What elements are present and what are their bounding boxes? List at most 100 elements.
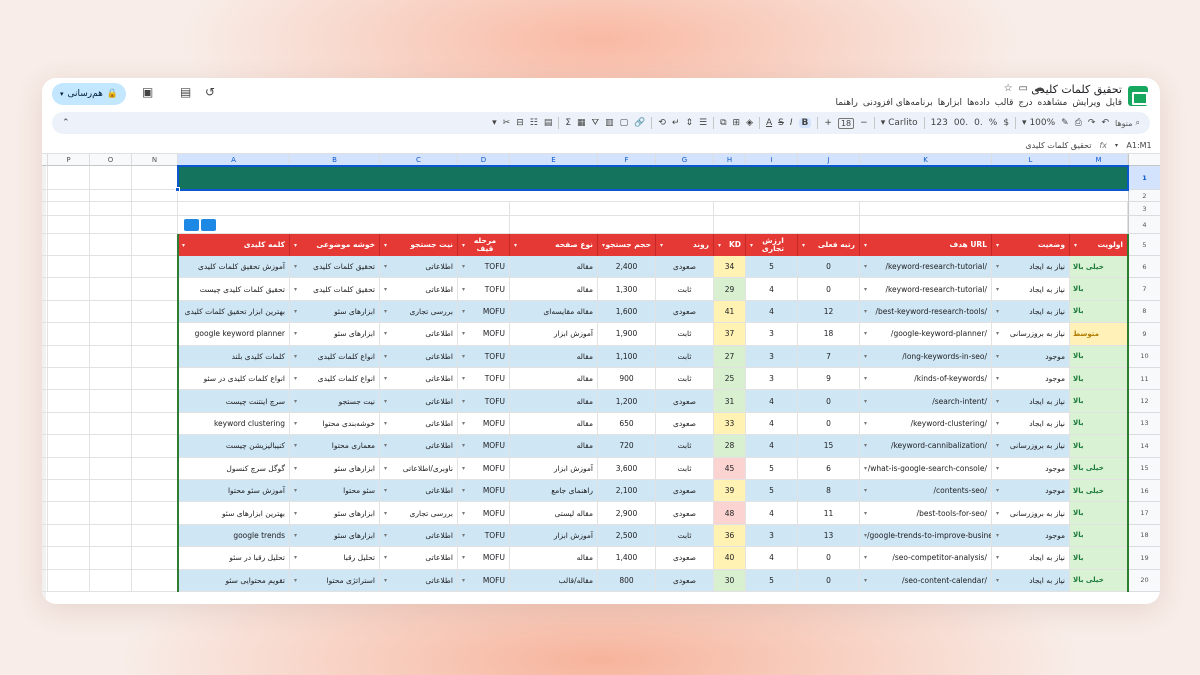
dropdown-chevron-icon[interactable]: ▾ xyxy=(462,532,465,539)
text-color-button[interactable]: A xyxy=(766,118,772,128)
cell-trend[interactable]: ثابت xyxy=(656,345,714,368)
cell-url[interactable]: ▾ /kinds-of-keywords/ xyxy=(860,368,992,391)
dropdown-chevron-icon[interactable]: ▾ xyxy=(384,442,387,449)
cell-keyword[interactable]: بهترین ابزارهای سئو xyxy=(178,502,290,525)
header-filter-icon[interactable]: ▾ xyxy=(864,242,867,249)
cell-kd[interactable]: 28 xyxy=(714,435,746,458)
empty-cell[interactable] xyxy=(48,323,90,346)
cell-url[interactable]: ▾ /keyword-clustering/ xyxy=(860,412,992,436)
dropdown-chevron-icon[interactable]: ▾ xyxy=(294,554,297,561)
column-header-q[interactable]: Q xyxy=(42,154,48,166)
empty-cell[interactable] xyxy=(132,480,178,503)
row-header-3[interactable]: 3 xyxy=(1128,202,1160,216)
cell-keyword[interactable]: آموزش سئو محتوا xyxy=(178,480,290,503)
column-header-b[interactable]: B xyxy=(290,154,380,166)
cell-value[interactable]: 3 xyxy=(746,323,798,346)
menu-item[interactable]: داده‌ها xyxy=(967,98,990,112)
functions-icon[interactable]: Σ xyxy=(565,118,571,128)
cell-priority[interactable]: بالا xyxy=(1070,502,1128,525)
cell-keyword[interactable]: google keyword planner xyxy=(178,323,290,346)
merge-cells-icon[interactable]: ⧉ xyxy=(720,118,726,128)
dropdown-chevron-icon[interactable]: ▾ xyxy=(384,263,387,270)
cell-url[interactable]: ▾/what-is-google-search-console/ xyxy=(860,457,992,480)
cell-cluster[interactable]: تحلیل رقبا ▾ xyxy=(290,547,380,570)
filter-views-icon[interactable]: ▦ xyxy=(577,118,586,128)
cell-trend[interactable]: صعودی xyxy=(656,569,714,592)
collapse-menus-icon[interactable]: ⌃ xyxy=(62,118,70,128)
dropdown-chevron-icon[interactable]: ▾ xyxy=(384,286,387,293)
dropdown-chevron-icon[interactable]: ▾ xyxy=(294,487,297,494)
cell-kd[interactable]: 30 xyxy=(714,569,746,592)
row-header-18[interactable]: 18 xyxy=(1128,524,1160,548)
table-header-cell[interactable]: وضعیت ▾ xyxy=(992,234,1070,256)
cell-intent[interactable]: اطلاعاتی ▾ xyxy=(380,368,458,391)
empty-cell[interactable] xyxy=(42,435,48,458)
cell-trend[interactable]: صعودی xyxy=(656,300,714,324)
cell-kd[interactable]: 27 xyxy=(714,345,746,368)
empty-cell[interactable] xyxy=(90,216,132,234)
cell-keyword[interactable]: سرچ اینتنت چیست xyxy=(178,390,290,413)
cell-intent[interactable]: اطلاعاتی ▾ xyxy=(380,412,458,436)
cell-cluster[interactable]: ابزارهای سئو ▾ xyxy=(290,457,380,480)
cell-status[interactable]: نیاز به بروزرسانی ▾ xyxy=(992,323,1070,346)
cell-priority[interactable]: بالا xyxy=(1070,547,1128,570)
cell-funnel[interactable]: MOFU ▾ xyxy=(458,300,510,324)
cell-intent[interactable]: اطلاعاتی ▾ xyxy=(380,435,458,458)
star-icon[interactable]: ☆ xyxy=(1004,83,1019,94)
empty-cell[interactable] xyxy=(48,216,90,234)
empty-cell[interactable] xyxy=(42,345,48,368)
cell-trend[interactable]: ثابت xyxy=(656,435,714,458)
dropdown-chevron-icon[interactable]: ▾ xyxy=(996,286,999,293)
cell-funnel[interactable]: MOFU ▾ xyxy=(458,547,510,570)
cloud-status-icon[interactable]: ☁ xyxy=(1034,83,1050,94)
cell-volume[interactable]: 2,500 xyxy=(598,524,656,548)
dropdown-chevron-icon[interactable]: ▾ xyxy=(864,487,867,494)
cell-page[interactable]: مقاله xyxy=(510,368,598,391)
cell-intent[interactable]: اطلاعاتی ▾ xyxy=(380,480,458,503)
cell-value[interactable]: 5 xyxy=(746,569,798,592)
column-header-l[interactable]: L xyxy=(992,154,1070,166)
cell-rank[interactable]: 0 xyxy=(798,547,860,570)
empty-cell[interactable] xyxy=(42,323,48,346)
table-header-cell[interactable]: اولویت ▾ xyxy=(1070,234,1128,256)
empty-cell[interactable] xyxy=(132,166,178,190)
empty-cell[interactable] xyxy=(48,166,90,190)
cell-url[interactable]: ▾ /best-tools-for-seo/ xyxy=(860,502,992,525)
empty-cell[interactable] xyxy=(132,457,178,480)
cell-page[interactable]: مقاله xyxy=(510,390,598,413)
cell-priority[interactable]: بالا xyxy=(1070,412,1128,436)
cell-keyword[interactable]: google trends xyxy=(178,524,290,548)
empty-cell[interactable] xyxy=(132,190,178,202)
cell-rank[interactable]: 0 xyxy=(798,390,860,413)
dropdown-chevron-icon[interactable]: ▾ xyxy=(384,420,387,427)
cell-priority[interactable]: بالا xyxy=(1070,435,1128,458)
cell-kd[interactable]: 37 xyxy=(714,323,746,346)
empty-cell[interactable] xyxy=(48,457,90,480)
extra-tool-icon[interactable]: ⊟ xyxy=(516,118,524,128)
dropdown-chevron-icon[interactable]: ▾ xyxy=(996,554,999,561)
empty-cell[interactable] xyxy=(90,569,132,592)
cell-page[interactable]: مقاله xyxy=(510,547,598,570)
empty-cell[interactable] xyxy=(42,569,48,592)
empty-cell[interactable] xyxy=(132,202,178,216)
cell-priority[interactable]: بالا xyxy=(1070,524,1128,548)
cell-priority[interactable]: خیلی بالا xyxy=(1070,569,1128,592)
empty-cell[interactable] xyxy=(48,190,90,202)
empty-cell[interactable] xyxy=(132,547,178,570)
insert-comment-icon[interactable]: ▢ xyxy=(620,118,629,128)
increase-decimal-button[interactable]: .00 xyxy=(954,118,968,128)
column-header-e[interactable]: E xyxy=(510,154,598,166)
cell-page[interactable]: مقاله xyxy=(510,345,598,368)
cell-status[interactable]: نیاز به ایجاد ▾ xyxy=(992,569,1070,592)
dropdown-chevron-icon[interactable]: ▾ xyxy=(996,577,999,584)
cell-value[interactable]: 4 xyxy=(746,300,798,324)
cell-value[interactable]: 5 xyxy=(746,256,798,279)
redo-icon[interactable]: ↷ xyxy=(1088,118,1096,128)
empty-cell[interactable] xyxy=(90,390,132,413)
align-vertical-icon[interactable]: ⇕ xyxy=(685,118,693,128)
cell-status[interactable]: موجود ▾ xyxy=(992,480,1070,503)
empty-cell[interactable] xyxy=(132,368,178,391)
cell-rank[interactable]: 13 xyxy=(798,524,860,548)
cell-cluster[interactable]: معماری محتوا ▾ xyxy=(290,435,380,458)
sheet-title-band[interactable] xyxy=(178,166,1128,190)
